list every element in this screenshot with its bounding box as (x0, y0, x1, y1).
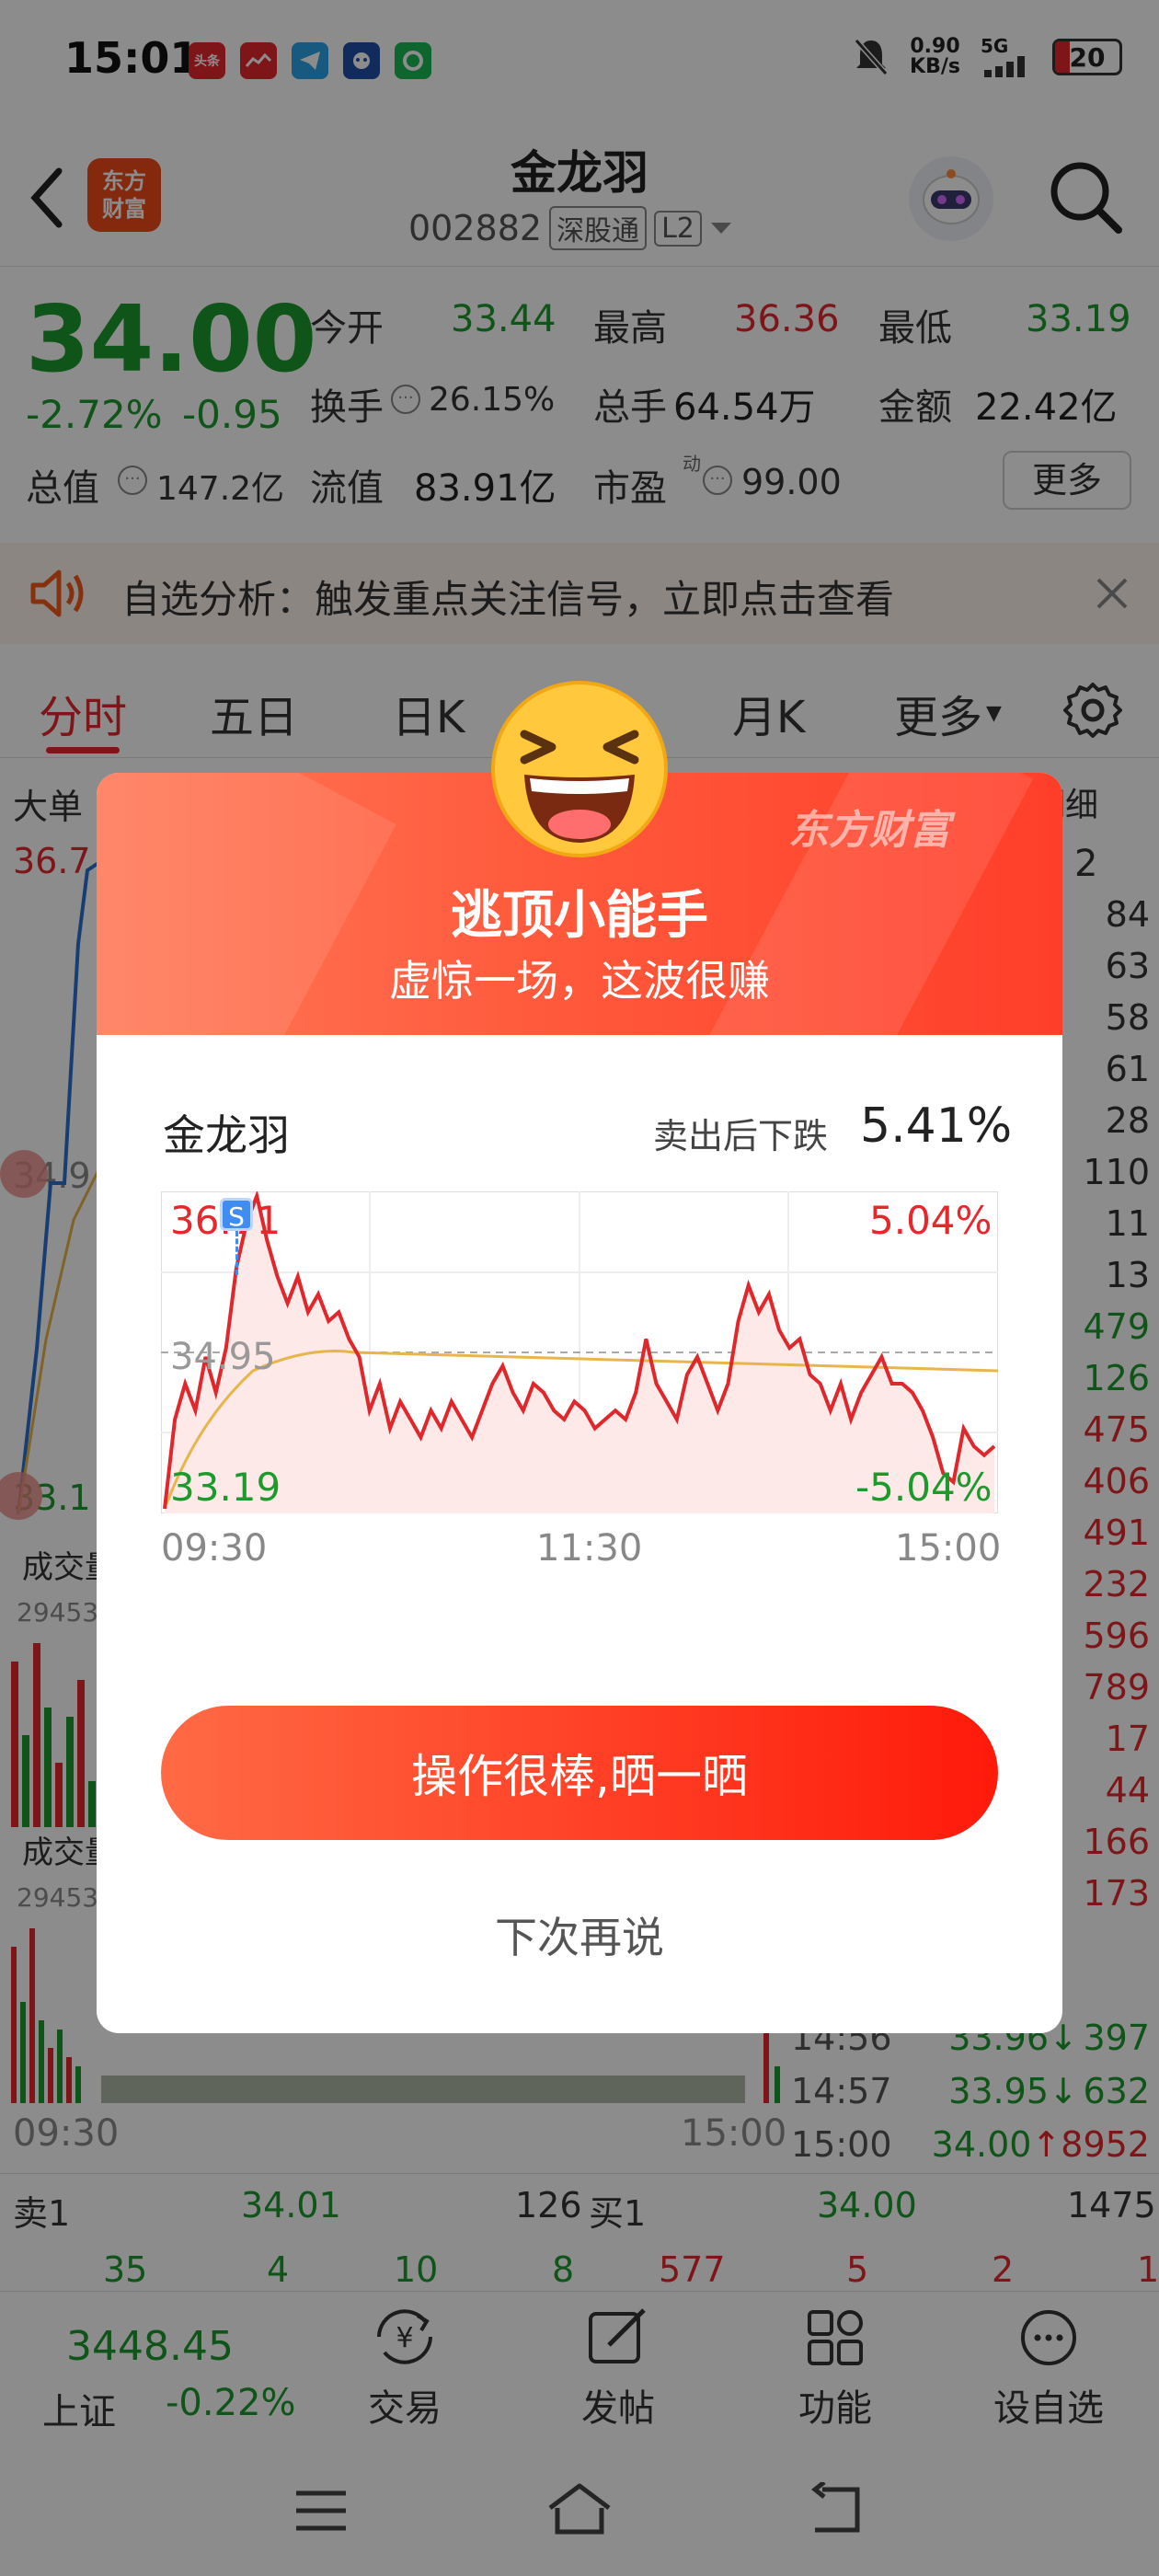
chart-pct-low: -5.04% (855, 1465, 993, 1510)
sell-marker-line (235, 1231, 238, 1275)
chart-low-label: 33.19 (170, 1465, 281, 1510)
chart-time-mid: 11:30 (536, 1527, 643, 1570)
dialog-stock-name: 金龙羽 (163, 1110, 290, 1160)
drop-value: 5.41% (860, 1098, 1013, 1154)
achievement-dialog: 东方财富 逃顶小能手 虚惊一场，这波很赚 金龙羽 卖出后下跌 5.41% 36.… (97, 681, 1062, 2033)
app-root: { "status_bar": { "time": "15:01", "net_… (0, 0, 1159, 2576)
chart-time-end: 15:00 (895, 1527, 1002, 1570)
dialog-watermark: 东方财富 (788, 807, 950, 854)
chart-pct-high: 5.04% (869, 1198, 993, 1243)
laughing-emoji-icon (491, 681, 668, 857)
drop-label: 卖出后下跌 (653, 1116, 829, 1156)
chart-time-start: 09:30 (161, 1527, 268, 1570)
dialog-subtitle: 虚惊一场，这波很赚 (389, 956, 770, 1006)
dialog-title: 逃顶小能手 (451, 886, 708, 946)
dismiss-button[interactable]: 下次再说 (97, 1904, 1062, 1965)
sell-marker: S (220, 1198, 253, 1232)
share-button[interactable]: 操作很棒,晒一晒 (161, 1706, 998, 1840)
chart-mid-label: 34.95 (170, 1336, 276, 1378)
